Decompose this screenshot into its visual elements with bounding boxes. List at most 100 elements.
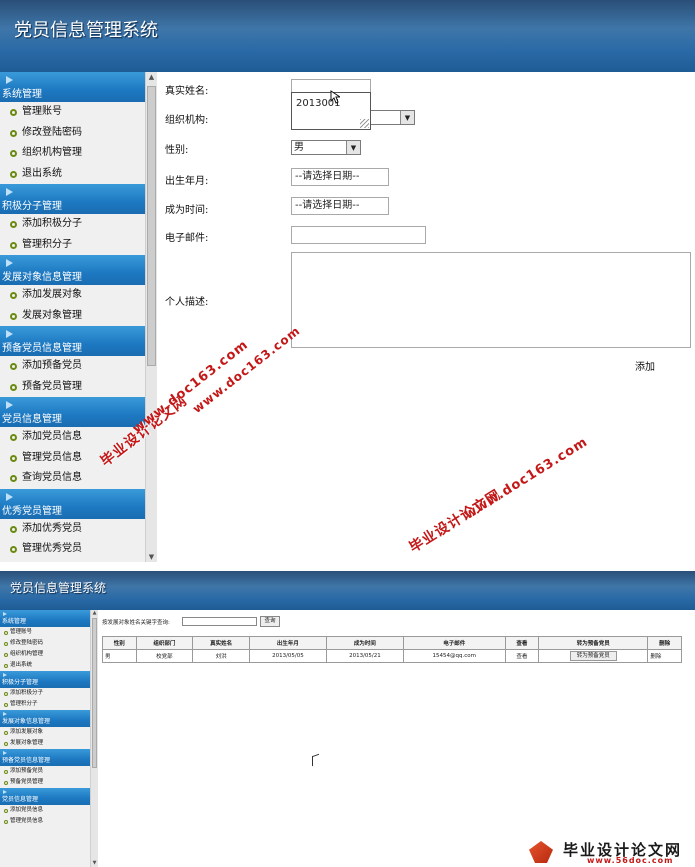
sidebar-item-label: 添加党员信息: [22, 431, 82, 442]
bullet-icon: [10, 221, 17, 228]
bullet-icon: [4, 780, 8, 785]
scroll-down-arrow-icon[interactable]: ▼: [146, 552, 157, 562]
scroll-thumb[interactable]: [147, 86, 156, 366]
sidebar-section-header[interactable]: 党员信息管理: [0, 397, 145, 427]
sidebar-item-label: 预备党员管理: [22, 380, 82, 392]
scroll-up-arrow-icon[interactable]: ▲: [146, 72, 157, 82]
sidebar-item-label: 修改登陆密码: [10, 640, 44, 646]
view-link[interactable]: 查看: [504, 649, 540, 663]
logo-gem-icon: [529, 841, 553, 863]
sidebar-scrollbar[interactable]: ▲ ▼: [145, 72, 157, 562]
resize-grip-icon[interactable]: [360, 119, 369, 128]
sidebar-item[interactable]: 发展对象管理: [0, 738, 90, 749]
sidebar-section-header[interactable]: 系统管理: [0, 610, 90, 627]
birth-date-input[interactable]: --请选择日期--: [291, 168, 389, 186]
search-input[interactable]: [182, 617, 257, 626]
delete-link[interactable]: 删除: [647, 649, 682, 663]
scroll-thumb[interactable]: [92, 618, 97, 768]
sidebar-item[interactable]: 退出系统: [0, 660, 90, 671]
bullet-icon: [10, 312, 17, 320]
section-arrow-icon: [6, 76, 13, 84]
table-cell: 15454@qq.com: [402, 649, 506, 663]
bullet-icon: [10, 454, 17, 462]
bullet-icon: [10, 525, 17, 533]
description-textarea[interactable]: [291, 252, 691, 348]
search-button[interactable]: 查询: [260, 616, 280, 627]
sidebar-item[interactable]: 管理优秀党员: [0, 539, 145, 560]
email-input[interactable]: [291, 226, 426, 244]
desc-label: 个人描述:: [165, 297, 209, 308]
org-select[interactable]: ▼: [367, 110, 415, 125]
bullet-icon: [4, 652, 8, 657]
sidebar-item-label: 退出系统: [10, 662, 33, 668]
sidebar-section-header[interactable]: 优秀党员管理: [0, 488, 145, 519]
table-row: 男校党部 刘洪 2013/05/05 2013/05/21 15454@qq.com 查看…: [102, 649, 682, 663]
table-header-row: 性别 组织部门 真实姓名 出生年月 成为时间 电子邮件 查看 转为预备党员 删除: [102, 636, 682, 650]
column-header: 成为时间: [325, 636, 404, 650]
sidebar-item[interactable]: 组织机构管理: [0, 143, 145, 164]
sidebar-section-header[interactable]: 预备党员信息管理: [0, 749, 90, 766]
bullet-icon: [4, 630, 8, 635]
sidebar-item[interactable]: 预备党员管理: [0, 377, 145, 398]
sidebar-item-label: 发展对象管理: [22, 309, 82, 321]
gender-label: 性别:: [165, 145, 189, 156]
sidebar-item[interactable]: 添加党员信息: [0, 805, 90, 816]
sidebar-item[interactable]: 修改登陆密码: [0, 638, 90, 649]
sidebar-item[interactable]: 添加预备党员: [0, 356, 145, 377]
sidebar-section-title: 预备党员信息管理: [2, 757, 51, 764]
mouse-cursor-icon: [330, 90, 340, 104]
scroll-up-arrow-icon[interactable]: ▲: [91, 610, 98, 617]
sidebar-item-label: 发展对象管理: [10, 740, 44, 746]
sidebar-item[interactable]: 查询党员信息: [0, 468, 145, 489]
bullet-icon: [10, 363, 17, 370]
sidebar-item[interactable]: 管理党员信息: [0, 816, 90, 827]
sidebar-section-header[interactable]: 党员信息管理: [0, 788, 90, 805]
sidebar-item-label: 添加优秀党员: [22, 522, 82, 534]
sidebar-section-header[interactable]: 系统管理: [0, 72, 145, 102]
bullet-icon: [10, 292, 17, 299]
join-date-input[interactable]: --请选择日期--: [291, 197, 389, 215]
chevron-down-icon[interactable]: ▼: [346, 141, 360, 154]
chevron-down-icon[interactable]: ▼: [400, 111, 414, 124]
sidebar-item-label: 退出系统: [22, 167, 62, 179]
sidebar-item[interactable]: 添加积极分子: [0, 688, 90, 699]
section-arrow-icon: [6, 492, 13, 501]
sidebar-item[interactable]: 添加发展对象: [0, 285, 145, 306]
promote-to-probationary-button[interactable]: 转为预备党员: [569, 651, 617, 661]
sidebar-item[interactable]: 管理积分子: [0, 235, 145, 256]
table-cell: 男: [102, 649, 137, 663]
sidebar-item[interactable]: 添加预备党员: [0, 766, 90, 777]
sidebar-item[interactable]: 添加积极分子: [0, 214, 145, 235]
bullet-icon: [10, 170, 17, 178]
sidebar-item[interactable]: 管理积分子: [0, 699, 90, 710]
bullet-icon: [4, 702, 8, 707]
email-label: 电子邮件:: [165, 233, 209, 244]
sidebar-item[interactable]: 添加发展对象: [0, 727, 90, 738]
sidebar-section-header[interactable]: 发展对象信息管理: [0, 710, 90, 727]
sidebar-section-header[interactable]: 发展对象信息管理: [0, 255, 145, 285]
sidebar-section-header[interactable]: 预备党员信息管理: [0, 326, 145, 356]
sidebar-item[interactable]: 添加优秀党员: [0, 519, 145, 540]
sidebar-section-header[interactable]: 积极分子管理: [0, 671, 90, 688]
add-button[interactable]: 添加: [635, 358, 655, 373]
column-header: 电子邮件: [402, 636, 506, 650]
sidebar-item[interactable]: 管理账号: [0, 627, 90, 638]
sidebar-item-label: 管理积分子: [22, 238, 72, 250]
sidebar-item-label: 添加预备党员: [22, 360, 82, 371]
gender-select[interactable]: 男 ▼: [291, 140, 361, 155]
scroll-down-arrow-icon[interactable]: ▼: [91, 860, 98, 867]
sidebar-scrollbar[interactable]: ▲ ▼: [90, 610, 98, 867]
sidebar-item[interactable]: 发展对象管理: [0, 306, 145, 327]
sidebar-section-title: 发展对象信息管理: [2, 272, 82, 283]
sidebar-item-label: 添加积极分子: [22, 218, 82, 229]
sidebar-section-header[interactable]: 积极分子管理: [0, 184, 145, 214]
main-form-panel: 真实姓名: 组织机构: ▼ 2013001 性别: 男 ▼ 出生年月: --请选…: [157, 72, 695, 562]
sidebar-item-label: 添加预备党员: [10, 768, 44, 774]
bullet-icon: [10, 109, 17, 116]
sidebar-item[interactable]: 预备党员管理: [0, 777, 90, 788]
sidebar-item[interactable]: 退出系统: [0, 164, 145, 185]
sidebar-item[interactable]: 管理账号: [0, 102, 145, 123]
sidebar-item[interactable]: 组织机构管理: [0, 649, 90, 660]
sidebar-item[interactable]: 修改登陆密码: [0, 123, 145, 144]
sidebar-item-label: 管理账号: [10, 629, 33, 635]
